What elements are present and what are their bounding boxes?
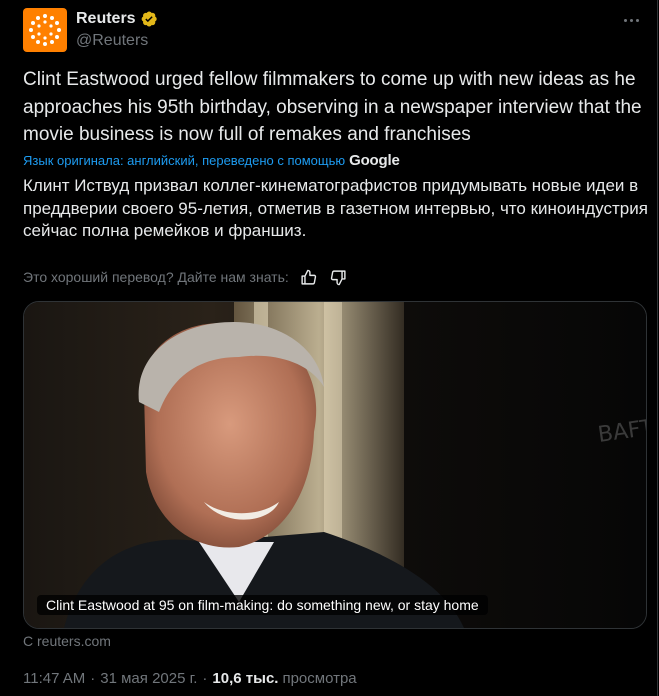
translation-label[interactable]: Язык оригинала: английский, переведено с… [23, 153, 345, 168]
tweet-metadata: 11:47 AM · 31 мая 2025 г. · 10,6 тыс. пр… [23, 670, 357, 687]
verified-badge-icon [141, 11, 157, 27]
card-source[interactable]: С reuters.com [23, 633, 111, 649]
views-count: 10,6 тыс. [212, 670, 279, 687]
reuters-logo-icon [29, 14, 61, 46]
avatar[interactable] [23, 8, 67, 52]
link-card[interactable]: BAFTA Clint Eastwood at 95 on film-makin… [23, 301, 647, 629]
more-options-button[interactable] [619, 10, 643, 30]
tweet-header: Reuters @Reuters [23, 8, 643, 54]
post-date[interactable]: 31 мая 2025 г. [100, 670, 197, 687]
tweet-text: Clint Eastwood urged fellow filmmakers t… [23, 69, 642, 145]
thumbs-up-icon [301, 269, 317, 285]
card-title: Clint Eastwood at 95 on film-making: do … [37, 595, 488, 615]
author-name-row: Reuters [76, 10, 158, 28]
more-dots-icon [623, 18, 627, 22]
translation-attribution: Язык оригинала: английский, переведено с… [23, 152, 400, 169]
more-dots-icon [635, 18, 639, 22]
thumbs-up-button[interactable] [299, 267, 319, 287]
google-logo: Google [349, 152, 400, 169]
article-photo: BAFTA [24, 302, 646, 628]
views-label: просмотра [282, 670, 357, 687]
tweet-detail: Reuters @Reuters Clint Eastwood urged fe… [0, 0, 658, 696]
author-name[interactable]: Reuters [76, 10, 136, 28]
author-handle[interactable]: @Reuters [76, 32, 148, 50]
thumbs-down-icon [331, 269, 346, 285]
translated-text: Клинт Иствуд призвал коллег-кинематограф… [23, 176, 648, 240]
translation-feedback: Это хороший перевод? Дайте нам знать: [23, 267, 349, 287]
feedback-prompt: Это хороший перевод? Дайте нам знать: [23, 269, 289, 285]
more-dots-icon [629, 18, 633, 22]
meta-separator: · [202, 670, 208, 687]
meta-separator: · [90, 670, 96, 687]
thumbs-down-button[interactable] [329, 267, 349, 287]
post-time[interactable]: 11:47 AM [23, 670, 85, 687]
